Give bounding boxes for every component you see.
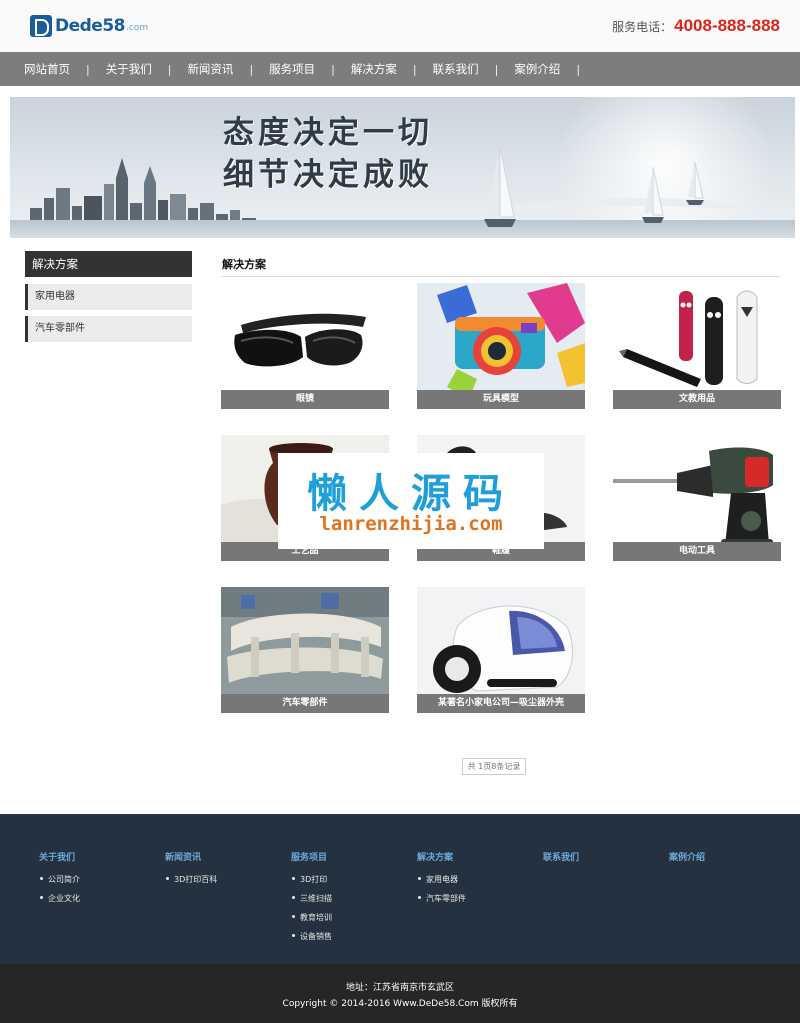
product-card[interactable]: 某著名小家电公司—吸尘器外壳 — [417, 587, 585, 713]
nav-separator: | — [167, 62, 172, 76]
nav-separator: | — [331, 62, 335, 76]
product-card[interactable]: 玩具模型 — [417, 283, 585, 409]
service-phone: 服务电话： 4008-888-888 — [612, 16, 780, 36]
site-footer: 关于我们 公司简介 企业文化 新闻资讯 3D打印百科 服务项目 3D打印 三维扫… — [0, 814, 800, 964]
product-caption: 玩具模型 — [417, 390, 585, 409]
nav-separator: | — [249, 62, 254, 76]
footer-link[interactable]: 3D打印 — [292, 874, 332, 885]
footer-link[interactable]: 家用电器 — [418, 874, 466, 885]
footer-link[interactable]: 设备销售 — [292, 931, 332, 942]
footer-col-news: 新闻资讯 3D打印百科 — [165, 850, 217, 893]
nav-separator: | — [576, 62, 581, 76]
footer-col-cases: 案例介绍 — [669, 850, 705, 874]
phone-label: 服务电话： — [612, 20, 673, 34]
watermark-cn: 懒人源码 — [307, 471, 515, 517]
content-title: 解决方案 — [222, 258, 266, 271]
sidebar-item-auto-parts[interactable]: 汽车零部件 — [25, 316, 192, 342]
nav-separator: | — [494, 62, 499, 76]
footer-link[interactable]: 3D打印百科 — [165, 874, 217, 885]
nav-news[interactable]: 新闻资讯 — [187, 61, 233, 77]
sailboat-icon — [642, 167, 664, 223]
logo-domain: .com — [126, 23, 149, 33]
nav-cases[interactable]: 案例介绍 — [514, 61, 560, 77]
footer-col-services: 服务项目 3D打印 三维扫描 教育培训 设备销售 — [291, 850, 332, 950]
nav-home[interactable]: 网站首页 — [24, 61, 70, 77]
pagination-info: 共 1页8条记录 — [462, 758, 526, 775]
footer-copyright: Copyright © 2014-2016 Www.DeDe58.Com 版权所… — [282, 999, 518, 1009]
sidebar-title: 解决方案 — [25, 251, 192, 277]
sailboat-icon — [686, 162, 704, 205]
nav-services[interactable]: 服务项目 — [269, 61, 315, 77]
banner-slogan-2: 细节决定成败 — [223, 157, 433, 193]
product-caption: 汽车零部件 — [221, 694, 389, 713]
product-caption: 眼镜 — [221, 390, 389, 409]
nav-separator: | — [86, 62, 90, 76]
banner-slogan-1: 态度决定一切 — [223, 115, 433, 151]
footer-bottom-bar: 地址：江苏省南京市玄武区 Copyright © 2014-2016 Www.D… — [0, 964, 800, 1023]
phone-number: 4008-888-888 — [674, 16, 780, 35]
nav-contact[interactable]: 联系我们 — [433, 61, 479, 77]
product-caption: 文教用品 — [613, 390, 781, 409]
footer-col-solutions: 解决方案 家用电器 汽车零部件 — [417, 850, 466, 912]
footer-col-contact: 联系我们 — [543, 850, 579, 874]
nav-about[interactable]: 关于我们 — [106, 61, 152, 77]
nav-solutions[interactable]: 解决方案 — [351, 61, 397, 77]
footer-col-about: 关于我们 公司简介 企业文化 — [39, 850, 80, 912]
footer-link[interactable]: 三维扫描 — [292, 893, 332, 904]
watermark-box: 懒人源码 lanrenzhijia.com — [278, 453, 544, 549]
main-nav: 网站首页 | 关于我们 | 新闻资讯 | 服务项目 | 解决方案 | 联系我们 | 案例介绍… — [0, 52, 800, 86]
site-header: Dede58 .com 服务电话： 4008-888-888 — [0, 0, 800, 52]
footer-link[interactable]: 汽车零部件 — [418, 893, 466, 904]
divider — [221, 276, 780, 277]
footer-col-title[interactable]: 案例介绍 — [669, 850, 705, 863]
product-card[interactable]: 眼镜 — [221, 283, 389, 409]
footer-col-title[interactable]: 解决方案 — [417, 850, 466, 863]
product-card[interactable]: 电动工具 — [613, 435, 781, 561]
footer-link[interactable]: 公司简介 — [40, 874, 80, 885]
logo-text: Dede58 — [55, 16, 126, 36]
nav-separator: | — [412, 62, 417, 76]
footer-link[interactable]: 企业文化 — [40, 893, 80, 904]
watermark-en: lanrenzhijia.com — [319, 513, 503, 535]
footer-col-title[interactable]: 服务项目 — [291, 850, 332, 863]
sidebar-item-appliances[interactable]: 家用电器 — [25, 284, 192, 310]
footer-address: 地址：江苏省南京市玄武区 — [345, 983, 454, 993]
logo-icon — [30, 15, 52, 37]
product-card[interactable]: 汽车零部件 — [221, 587, 389, 713]
hero-banner: 态度决定一切 细节决定成败 — [10, 97, 795, 238]
site-logo[interactable]: Dede58 .com — [30, 14, 148, 38]
product-caption: 电动工具 — [613, 542, 781, 561]
product-card[interactable]: 文教用品 — [613, 283, 781, 409]
sailboat-icon — [484, 147, 516, 227]
footer-col-title[interactable]: 新闻资讯 — [165, 850, 217, 863]
footer-col-title[interactable]: 关于我们 — [39, 850, 80, 863]
product-caption: 某著名小家电公司—吸尘器外壳 — [417, 694, 585, 713]
footer-link[interactable]: 教育培训 — [292, 912, 332, 923]
footer-col-title[interactable]: 联系我们 — [543, 850, 579, 863]
